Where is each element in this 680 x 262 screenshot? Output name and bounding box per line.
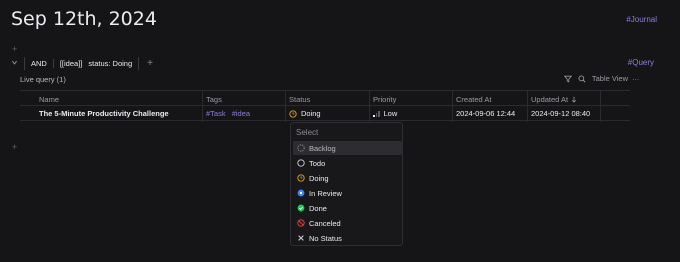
select-placeholder[interactable]: Select (296, 128, 318, 137)
search-icon[interactable] (578, 75, 586, 83)
collapse-arrow-icon[interactable] (11, 59, 19, 68)
live-query-label: Live query (1) (20, 75, 66, 84)
status-option-label: Backlog (309, 143, 336, 153)
column-name[interactable]: Name (39, 95, 59, 104)
page-title[interactable]: Sep 12th, 2024 (11, 8, 157, 30)
status-option-doing[interactable]: Doing (293, 171, 402, 185)
query-separator (52, 59, 54, 68)
more-options-icon[interactable]: … (632, 73, 640, 82)
status-option-done[interactable]: Done (293, 201, 402, 215)
tag-idea[interactable]: #idea (232, 109, 250, 118)
status-option-todo[interactable]: Todo (293, 156, 402, 170)
filter-icon[interactable] (563, 75, 572, 83)
row-created-at: 2024-09-06 12:44 (456, 109, 516, 118)
row-tags: #Task #idea (206, 109, 254, 118)
status-option-label: Doing (309, 173, 329, 183)
query-tag[interactable]: #Query (628, 58, 654, 67)
query-operator[interactable]: AND (31, 59, 47, 68)
add-filter-button[interactable]: + (147, 58, 153, 69)
status-select-dropdown: Select Backlog Todo Doing In Review Done… (290, 122, 403, 246)
query-term-status[interactable]: status: Doing (88, 59, 132, 68)
status-option-no-status[interactable]: No Status (293, 231, 402, 245)
sort-descending-icon (572, 96, 577, 103)
column-updated-at[interactable]: Updated At (531, 95, 577, 104)
status-option-label: Canceled (309, 218, 341, 228)
status-option-canceled[interactable]: Canceled (293, 216, 402, 230)
table-header: Name Tags Status Priority Created At Upd… (20, 90, 630, 122)
row-status-label: Doing (301, 109, 321, 118)
journal-page: Sep 12th, 2024 #Journal + AND [[idea]] s… (0, 0, 680, 262)
column-updated-at-label: Updated At (531, 95, 569, 104)
status-option-label: No Status (309, 233, 342, 243)
table-view-button[interactable]: Table View (592, 74, 628, 83)
status-option-in-review[interactable]: In Review (293, 186, 402, 200)
query-filter-pill[interactable]: AND [[idea]] status: Doing (24, 57, 140, 70)
close-x-icon (297, 234, 305, 242)
add-block-icon[interactable]: + (12, 142, 17, 152)
done-check-icon (297, 204, 305, 212)
status-option-label: Done (309, 203, 327, 213)
tag-task[interactable]: #Task (206, 109, 226, 118)
row-priority-label: Low (383, 109, 398, 118)
status-option-label: In Review (309, 188, 342, 198)
status-option-backlog[interactable]: Backlog (293, 141, 402, 155)
table-row[interactable]: The 5-Minute Productivity Challenge #Tas… (20, 106, 630, 121)
backlog-icon (297, 144, 305, 152)
todo-icon (297, 159, 305, 167)
view-toolbar: Table View … (563, 73, 639, 83)
canceled-icon (297, 219, 305, 227)
doing-icon (297, 174, 305, 182)
query-builder: AND [[idea]] status: Doing + (11, 57, 153, 70)
column-tags[interactable]: Tags (206, 95, 222, 104)
journal-tag[interactable]: #Journal (626, 15, 657, 24)
row-updated-at: 2024-09-12 08:40 (531, 109, 591, 118)
query-term-page[interactable]: [[idea]] (60, 59, 83, 68)
add-block-icon[interactable]: + (12, 44, 17, 54)
column-status[interactable]: Status (289, 95, 310, 104)
row-name[interactable]: The 5-Minute Productivity Challenge (39, 109, 169, 118)
status-option-label: Todo (309, 158, 326, 168)
row-status[interactable]: Doing (289, 109, 321, 118)
row-priority[interactable]: Low (373, 109, 397, 118)
in-review-icon (297, 189, 305, 197)
doing-status-icon (289, 109, 297, 118)
column-created-at[interactable]: Created At (456, 95, 491, 104)
column-priority[interactable]: Priority (373, 95, 396, 104)
priority-low-icon (373, 110, 380, 117)
